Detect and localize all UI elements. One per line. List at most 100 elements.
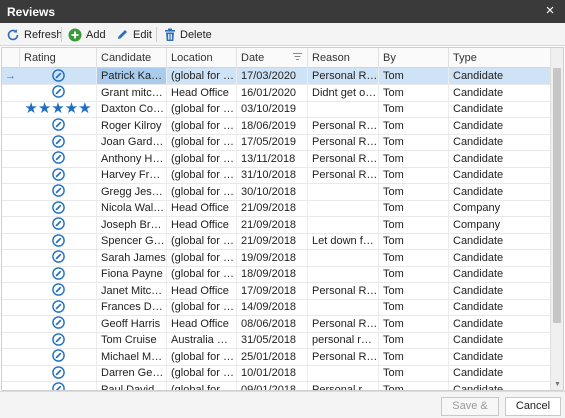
rating-cell[interactable] xyxy=(20,332,97,348)
cell-candidate[interactable]: Fiona Payne xyxy=(97,266,167,282)
cell-candidate[interactable]: Daxton Combs xyxy=(97,101,167,117)
cell-date[interactable]: 09/01/2018 xyxy=(237,381,308,390)
cell-date[interactable]: 18/09/2018 xyxy=(237,266,308,282)
cell-location[interactable]: (global for all l... xyxy=(167,101,237,117)
cell-type[interactable]: Candidate xyxy=(449,282,551,299)
table-row[interactable]: Frances Drake(global for all l...14/09/2… xyxy=(2,299,551,316)
cell-reason[interactable]: personal reas... xyxy=(308,332,379,348)
cell-by[interactable]: Tom xyxy=(379,117,449,134)
cell-date[interactable]: 19/09/2018 xyxy=(237,249,308,266)
rating-cell[interactable] xyxy=(20,183,97,200)
cell-type[interactable]: Candidate xyxy=(449,101,551,117)
table-row[interactable]: Geoff Harris Head Office 08/06/2018 Persona… xyxy=(2,315,551,333)
cell-type[interactable]: Candidate xyxy=(449,381,551,390)
rating-cell[interactable] xyxy=(20,68,97,84)
cell-date[interactable]: 08/06/2018 xyxy=(237,315,308,332)
column-header-by[interactable]: By xyxy=(379,48,449,68)
cell-location[interactable]: (global for all l... xyxy=(167,68,237,84)
cell-date[interactable]: 14/09/2018 xyxy=(237,299,308,315)
column-header-candidate[interactable]: Candidate xyxy=(97,48,167,68)
cell-date[interactable]: 31/05/2018 xyxy=(237,332,308,348)
cell-candidate[interactable]: Nicola Walters xyxy=(97,200,167,216)
cell-reason[interactable] xyxy=(308,101,379,117)
cell-by[interactable]: Tom xyxy=(379,150,449,167)
cell-date[interactable]: 21/09/2018 xyxy=(237,200,308,216)
cell-reason[interactable]: Personal Reas... xyxy=(308,134,379,150)
table-row[interactable]: Spencer Grey(global for all l...21/09/20… xyxy=(2,233,551,250)
cell-type[interactable]: Candidate xyxy=(449,167,551,183)
rating-cell[interactable] xyxy=(20,84,97,101)
cell-location[interactable]: Head Office xyxy=(167,216,237,233)
add-button[interactable]: Add xyxy=(68,26,106,43)
rating-cell[interactable] xyxy=(20,216,97,233)
cell-by[interactable]: Tom xyxy=(379,167,449,183)
cell-reason[interactable]: Personal Reas... xyxy=(308,150,379,167)
cell-location[interactable]: (global for all l... xyxy=(167,134,237,150)
cell-reason[interactable] xyxy=(308,183,379,200)
cell-location[interactable]: (global for all l... xyxy=(167,167,237,183)
column-header-date[interactable]: Date xyxy=(237,48,308,68)
cell-candidate[interactable]: Paul Davidson xyxy=(97,381,167,390)
rating-cell[interactable] xyxy=(20,200,97,216)
cell-candidate[interactable]: Gregg Jessop xyxy=(97,183,167,200)
cell-reason[interactable] xyxy=(308,299,379,315)
cell-reason[interactable]: Let down for... xyxy=(308,233,379,249)
cell-reason[interactable] xyxy=(308,216,379,233)
cell-type[interactable]: Candidate xyxy=(449,233,551,249)
cell-type[interactable]: Candidate xyxy=(449,68,551,84)
cell-location[interactable]: (global for all l... xyxy=(167,266,237,282)
rating-cell[interactable] xyxy=(20,381,97,390)
cell-location[interactable]: Australia Office xyxy=(167,332,237,348)
column-header-type[interactable]: Type xyxy=(449,48,551,68)
vertical-scrollbar[interactable]: ▼ xyxy=(550,48,563,390)
cell-date[interactable]: 18/06/2019 xyxy=(237,117,308,134)
table-row[interactable]: Nicola Walters Head Office 21/09/2018 Tom Co… xyxy=(2,200,551,217)
table-row[interactable]: Janet Mitchell Head Office 17/09/2018 Perso… xyxy=(2,282,551,300)
rating-cell[interactable] xyxy=(20,365,97,381)
cell-type[interactable]: Candidate xyxy=(449,365,551,381)
refresh-button[interactable]: Refresh xyxy=(6,26,63,43)
table-row[interactable]: Fiona Payne(global for all l...18/09/201… xyxy=(2,266,551,283)
cell-reason[interactable]: Didnt get on... xyxy=(308,84,379,101)
table-row[interactable]: Anthony Hutc...(global for all l...13/11… xyxy=(2,150,551,168)
cell-location[interactable]: (global for all l... xyxy=(167,299,237,315)
cell-location[interactable]: (global for all l... xyxy=(167,117,237,134)
cell-candidate[interactable]: Grant mitchell xyxy=(97,84,167,101)
table-row[interactable]: Joan Gardner(global for all l...17/05/20… xyxy=(2,134,551,151)
cell-location[interactable]: Head Office xyxy=(167,315,237,332)
scroll-down-arrow-icon[interactable]: ▼ xyxy=(553,381,562,389)
cell-type[interactable]: Candidate xyxy=(449,266,551,282)
cell-type[interactable]: Company xyxy=(449,216,551,233)
cell-by[interactable]: Tom xyxy=(379,332,449,348)
scrollbar-thumb[interactable] xyxy=(553,68,561,323)
column-header-rating[interactable]: Rating xyxy=(20,48,97,68)
rating-cell[interactable] xyxy=(20,315,97,332)
cell-by[interactable]: Tom xyxy=(379,84,449,101)
table-row[interactable]: Paul Davidson(global for all l...09/01/2… xyxy=(2,381,551,390)
cell-by[interactable]: Tom xyxy=(379,282,449,299)
cell-candidate[interactable]: Frances Drake xyxy=(97,299,167,315)
table-row[interactable]: → Patrick Kaufm...(global for all l...17/… xyxy=(2,68,551,85)
cell-by[interactable]: Tom xyxy=(379,299,449,315)
cell-reason[interactable]: Personal Reas... xyxy=(308,282,379,299)
rating-cell[interactable] xyxy=(20,282,97,299)
cell-location[interactable]: Head Office xyxy=(167,200,237,216)
cell-type[interactable]: Candidate xyxy=(449,348,551,365)
cell-date[interactable]: 21/09/2018 xyxy=(237,233,308,249)
cell-by[interactable]: Tom xyxy=(379,249,449,266)
cell-date[interactable]: 30/10/2018 xyxy=(237,183,308,200)
cell-by[interactable]: Tom xyxy=(379,381,449,390)
cell-reason[interactable] xyxy=(308,249,379,266)
cell-date[interactable]: 25/01/2018 xyxy=(237,348,308,365)
cell-reason[interactable] xyxy=(308,200,379,216)
cell-by[interactable]: Tom xyxy=(379,200,449,216)
rating-cell[interactable]: ★★★★★ xyxy=(20,101,97,117)
table-row[interactable]: Joseph Brown Head Office 21/09/2018 Tom Comp… xyxy=(2,216,551,234)
rating-cell[interactable] xyxy=(20,150,97,167)
cell-reason[interactable]: Personal Reas... xyxy=(308,315,379,332)
cell-date[interactable]: 17/05/2019 xyxy=(237,134,308,150)
cell-candidate[interactable]: Sarah James xyxy=(97,249,167,266)
cell-reason[interactable]: Personal Reas... xyxy=(308,348,379,365)
cell-by[interactable]: Tom xyxy=(379,216,449,233)
cell-type[interactable]: Candidate xyxy=(449,249,551,266)
